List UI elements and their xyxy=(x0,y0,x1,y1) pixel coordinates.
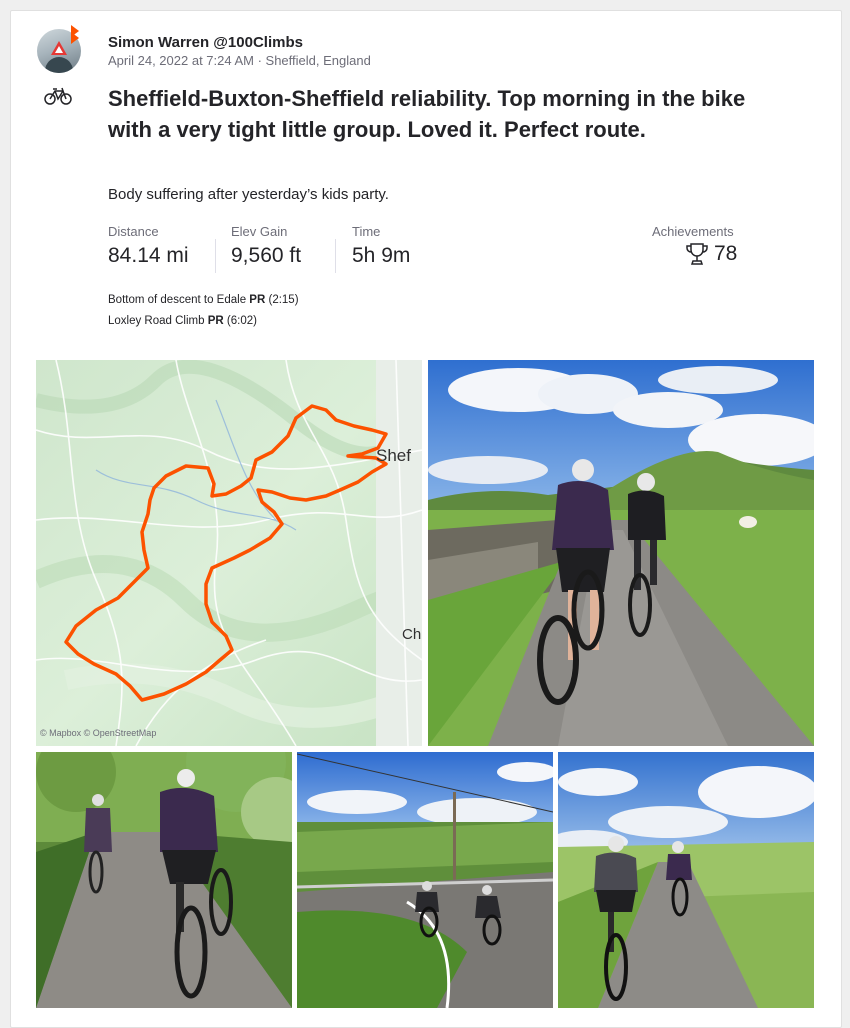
photo-wooded-lane xyxy=(36,752,292,1008)
stat-label: Elev Gain xyxy=(231,224,288,239)
activity-description: Body suffering after yesterday’s kids pa… xyxy=(108,186,389,203)
segment-effort[interactable]: Bottom of descent to Edale PR (2:15) xyxy=(108,294,299,306)
stat-label: Distance xyxy=(108,224,159,239)
activity-photo[interactable] xyxy=(558,752,814,1008)
photo-riders-lane xyxy=(428,360,814,746)
activity-card: Simon Warren @100Climbs April 24, 2022 a… xyxy=(10,10,842,1028)
photo-group-ride xyxy=(558,752,814,1008)
activity-photo[interactable] xyxy=(36,752,292,1008)
stat-distance: Distance 84.14 mi xyxy=(108,224,189,268)
activity-photo[interactable] xyxy=(297,752,553,1008)
route-map[interactable]: Shef Ch © Mapbox © OpenStreetMap xyxy=(36,360,422,746)
segment-time: (6:02) xyxy=(226,315,257,327)
divider xyxy=(335,239,336,273)
map-terrain xyxy=(36,360,422,746)
activity-photo[interactable] xyxy=(428,360,814,746)
athlete-name[interactable]: Simon Warren @100Climbs xyxy=(108,34,303,51)
segment-name: Bottom of descent to Edale xyxy=(108,294,247,306)
segment-time: (2:15) xyxy=(268,294,299,306)
segment-effort[interactable]: Loxley Road Climb PR (6:02) xyxy=(108,315,257,327)
achievements-count: 78 xyxy=(714,242,738,265)
trophy-icon xyxy=(686,243,708,265)
pr-badge: PR xyxy=(207,315,224,327)
achievements[interactable]: Achievements 78 xyxy=(652,224,737,267)
divider xyxy=(215,239,216,273)
map-attribution: © Mapbox © OpenStreetMap xyxy=(40,728,157,738)
stat-value: 84.14 mi xyxy=(108,244,189,267)
stat-label: Time xyxy=(352,224,381,239)
map-label: Shef xyxy=(376,446,411,465)
activity-meta: April 24, 2022 at 7:24 AM · Sheffield, E… xyxy=(108,53,371,68)
map-label: Ch xyxy=(402,626,422,643)
achievements-label: Achievements xyxy=(652,224,734,239)
segment-name: Loxley Road Climb xyxy=(108,315,205,327)
road-sign-icon xyxy=(51,41,67,55)
activity-title[interactable]: Sheffield-Buxton-Sheffield reliability. … xyxy=(108,83,758,145)
bike-icon xyxy=(44,87,72,105)
stat-time: Time 5h 9m xyxy=(352,224,410,268)
stat-value: 5h 9m xyxy=(352,244,411,267)
stat-elevation: Elev Gain 9,560 ft xyxy=(231,224,301,268)
stat-value: 9,560 ft xyxy=(231,244,302,267)
photo-road-bend xyxy=(297,752,553,1008)
pr-badge: PR xyxy=(249,294,266,306)
